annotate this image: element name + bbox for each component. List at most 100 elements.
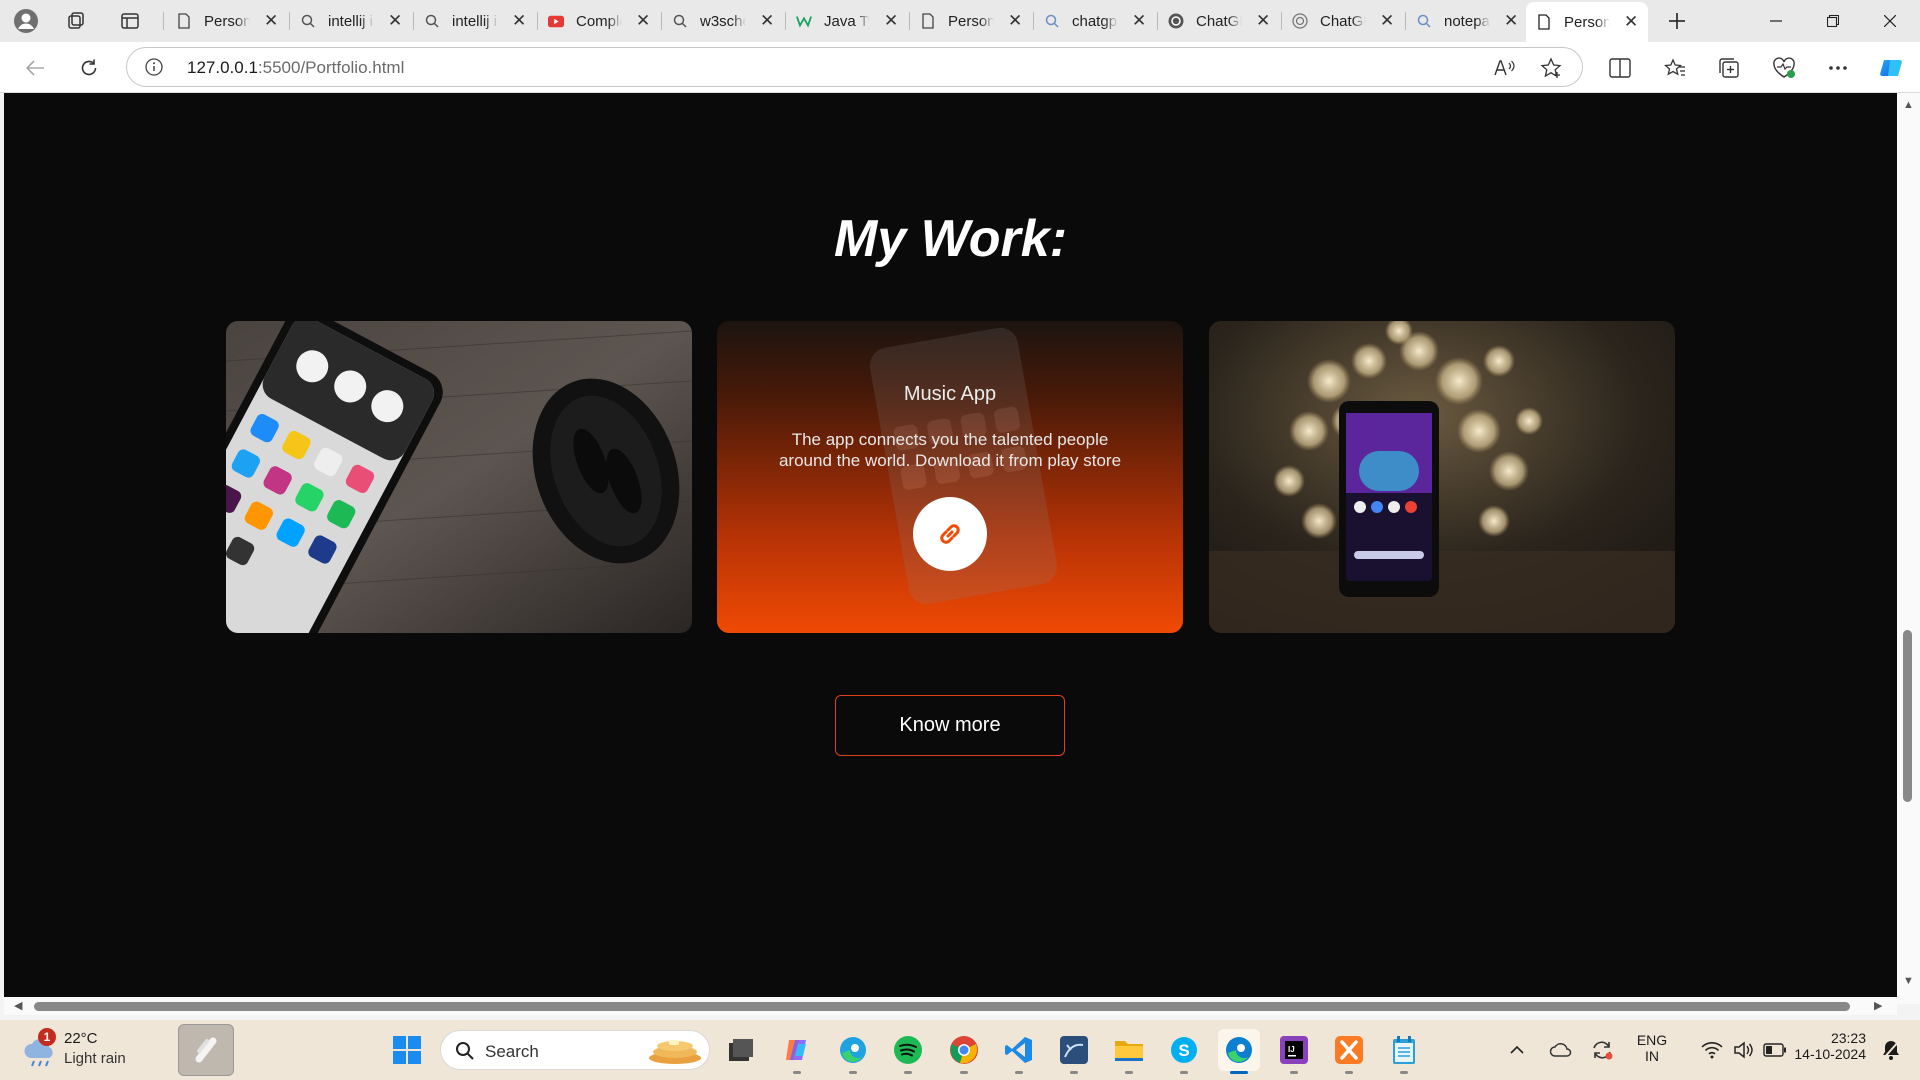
tab-2[interactable]: intellij idea ✕ xyxy=(290,4,412,38)
taskbar-app-intellij[interactable]: IJ xyxy=(1273,1029,1315,1074)
taskbar-app-edge-active[interactable] xyxy=(1218,1029,1260,1074)
scroll-left-icon[interactable]: ◀ xyxy=(14,999,22,1012)
taskbar-app-skype[interactable]: S xyxy=(1163,1029,1205,1074)
restore-button[interactable] xyxy=(1805,0,1861,42)
pancake-icon xyxy=(649,1040,701,1064)
tab-12-active[interactable]: Personal ✕ xyxy=(1526,2,1649,42)
favorites-icon xyxy=(1664,58,1685,76)
taskbar-app-chrome[interactable] xyxy=(943,1029,985,1074)
tab-3[interactable]: intellij idea ✕ xyxy=(414,4,536,38)
language-code: ENG xyxy=(1636,1032,1668,1048)
taskbar-app-xampp[interactable] xyxy=(1328,1029,1370,1074)
close-icon[interactable]: ✕ xyxy=(264,11,278,31)
address-bar[interactable]: 127.0.0.1:5500/Portfolio.html xyxy=(126,47,1583,87)
horizontal-scroll-thumb[interactable] xyxy=(34,1002,1850,1011)
tab-8[interactable]: chatgpt ✕ xyxy=(1034,4,1156,38)
tab-label: Personal xyxy=(1564,13,1610,31)
horizontal-scrollbar[interactable]: ◀ ▶ xyxy=(4,997,1897,1015)
settings-more-button[interactable] xyxy=(1821,51,1855,85)
profile-icon xyxy=(14,9,38,33)
sync-icon xyxy=(1593,1041,1613,1060)
tab-4[interactable]: Complete ✕ xyxy=(538,4,660,38)
close-icon[interactable]: ✕ xyxy=(884,11,898,31)
task-view-pinned-app[interactable] xyxy=(178,1024,234,1076)
show-hidden-icons-button[interactable] xyxy=(1502,1029,1532,1071)
close-icon[interactable]: ✕ xyxy=(1256,11,1270,31)
search-icon xyxy=(1044,13,1060,29)
tab-7[interactable]: Personal ✕ xyxy=(910,4,1032,38)
close-icon[interactable]: ✕ xyxy=(388,11,402,31)
workspaces-button[interactable] xyxy=(60,5,92,37)
card-description: The app connects you the talented people… xyxy=(778,430,1122,470)
info-icon[interactable] xyxy=(145,58,163,76)
split-screen-button[interactable] xyxy=(1603,51,1637,85)
running-indicator xyxy=(1125,1071,1133,1074)
onedrive-tray-button[interactable] xyxy=(1546,1029,1576,1071)
minimize-button[interactable] xyxy=(1748,0,1804,42)
start-button[interactable] xyxy=(386,1029,428,1071)
taskbar-app-notepad[interactable] xyxy=(1383,1029,1425,1074)
work-card-music-app[interactable]: Music App The app connects you the talen… xyxy=(717,321,1183,633)
card-link-button[interactable] xyxy=(913,497,987,571)
clock[interactable]: 23:23 14-10-2024 xyxy=(1782,1030,1866,1062)
close-icon[interactable]: ✕ xyxy=(512,11,526,31)
favorites-button[interactable] xyxy=(1658,51,1692,85)
collections-button[interactable] xyxy=(1712,51,1746,85)
taskbar-app-spotify[interactable] xyxy=(887,1029,929,1074)
input-language[interactable]: ENG IN xyxy=(1634,1032,1670,1064)
work-card-phone-earbuds[interactable] xyxy=(226,321,692,633)
tab-label: Personal xyxy=(948,12,994,30)
notifications-button[interactable] xyxy=(1876,1029,1906,1071)
taskbar-app-vscode[interactable] xyxy=(998,1029,1040,1074)
close-icon[interactable]: ✕ xyxy=(1624,12,1638,32)
star-icon xyxy=(1540,57,1562,78)
back-button[interactable] xyxy=(18,51,52,85)
favorite-button[interactable] xyxy=(1537,54,1565,82)
plus-icon xyxy=(1669,13,1685,29)
close-icon[interactable]: ✕ xyxy=(760,11,774,31)
running-indicator xyxy=(1400,1071,1408,1074)
close-icon[interactable]: ✕ xyxy=(1132,11,1146,31)
minimize-icon xyxy=(1770,20,1782,22)
tab-actions-button[interactable] xyxy=(114,5,146,37)
know-more-button[interactable]: Know more xyxy=(835,695,1065,756)
vscode-icon xyxy=(1005,1037,1032,1063)
tab-11[interactable]: notepad ✕ xyxy=(1406,4,1528,38)
new-tab-button[interactable] xyxy=(1661,5,1693,37)
copilot-button[interactable] xyxy=(1875,51,1909,85)
close-icon[interactable]: ✕ xyxy=(1008,11,1022,31)
read-aloud-button[interactable] xyxy=(1491,54,1519,82)
weather-widget[interactable]: 1 22°C Light rain xyxy=(20,1028,160,1072)
scroll-down-icon[interactable]: ▼ xyxy=(1903,975,1914,987)
close-icon[interactable]: ✕ xyxy=(1380,11,1394,31)
taskbar-app-file-explorer[interactable] xyxy=(1108,1029,1150,1074)
tab-6[interactable]: Java Type ✕ xyxy=(786,4,908,38)
work-card-phone-bokeh[interactable] xyxy=(1209,321,1675,633)
close-icon xyxy=(1884,15,1896,27)
close-window-button[interactable] xyxy=(1862,0,1918,42)
taskbar-search[interactable]: Search xyxy=(440,1030,710,1070)
tab-10[interactable]: ChatGPT ✕ xyxy=(1282,4,1404,38)
browser-essentials-button[interactable] xyxy=(1767,51,1801,85)
profile-button[interactable] xyxy=(10,5,42,37)
taskbar-app-edge[interactable] xyxy=(832,1029,874,1074)
vertical-scrollbar[interactable]: ▲ ▼ xyxy=(1897,93,1920,1004)
close-icon[interactable]: ✕ xyxy=(1504,11,1518,31)
svg-text:IJ: IJ xyxy=(1288,1045,1295,1054)
close-icon[interactable]: ✕ xyxy=(636,11,650,31)
scroll-right-icon[interactable]: ▶ xyxy=(1874,999,1882,1012)
running-indicator xyxy=(1070,1071,1078,1074)
url-text[interactable]: 127.0.0.1:5500/Portfolio.html xyxy=(187,58,404,78)
clock-time: 23:23 xyxy=(1830,1030,1866,1046)
tab-5[interactable]: w3schools ✕ xyxy=(662,4,784,38)
taskbar-app-desktop[interactable] xyxy=(720,1029,762,1071)
refresh-button[interactable] xyxy=(72,51,106,85)
taskbar-app-mysql[interactable] xyxy=(1053,1029,1095,1074)
scroll-up-icon[interactable]: ▲ xyxy=(1903,99,1914,111)
sync-tray-button[interactable] xyxy=(1587,1029,1617,1071)
taskbar-app-copilot[interactable] xyxy=(776,1029,818,1074)
vertical-scroll-thumb[interactable] xyxy=(1903,630,1912,802)
tab-9[interactable]: ChatGPT ✕ xyxy=(1158,4,1280,38)
split-screen-icon xyxy=(1609,58,1631,78)
tab-1[interactable]: Personal ✕ xyxy=(166,4,288,38)
